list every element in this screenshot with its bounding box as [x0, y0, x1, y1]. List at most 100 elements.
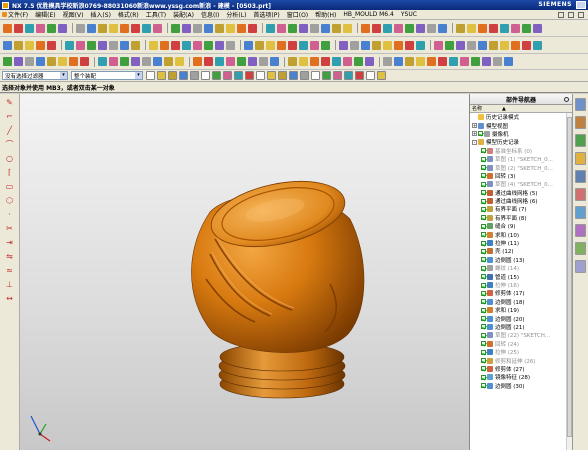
tree-row[interactable]: + 模型视图 [470, 121, 572, 130]
toolbar-button-icon[interactable] [500, 40, 509, 50]
toolbar-button-icon[interactable] [266, 23, 275, 33]
toolbar-button-icon[interactable] [204, 23, 213, 33]
toolbar-button-icon[interactable] [109, 40, 118, 50]
process-studio-icon[interactable] [575, 242, 586, 255]
toolbar-button-icon[interactable] [131, 57, 140, 66]
toolbar-button-icon[interactable] [47, 23, 56, 33]
tree-row[interactable]: 基准坐标系 (0) [470, 147, 572, 155]
visibility-checkbox[interactable] [481, 383, 486, 389]
toolbar-button-icon[interactable] [299, 40, 308, 50]
tree-row[interactable]: 通过曲线网格 (6) [470, 197, 572, 205]
tree-row[interactable]: 螺纹 (14) [470, 264, 572, 272]
snap-point-icon[interactable] [234, 71, 243, 80]
role-icon[interactable] [575, 188, 586, 201]
toolbar-button-icon[interactable] [65, 40, 74, 50]
tree-row[interactable]: 边倒圆 (13) [470, 256, 572, 264]
visibility-checkbox[interactable] [481, 332, 486, 338]
visibility-checkbox[interactable] [481, 358, 486, 364]
navigator-column-header[interactable]: 名称 ▲ [470, 105, 572, 113]
visibility-checkbox[interactable] [481, 257, 486, 263]
snap-point-icon[interactable] [212, 71, 221, 80]
visibility-checkbox[interactable] [481, 366, 486, 372]
toolbar-button-icon[interactable] [500, 23, 509, 33]
toolbar-button-icon[interactable] [80, 57, 89, 66]
toolbar-button-icon[interactable] [164, 57, 173, 66]
visibility-checkbox[interactable] [481, 341, 486, 347]
toolbar-button-icon[interactable] [204, 57, 213, 66]
toolbar-button-icon[interactable] [204, 40, 213, 50]
visibility-checkbox[interactable] [481, 165, 486, 171]
toolbar-button-icon[interactable] [109, 57, 118, 66]
visibility-checkbox[interactable] [481, 173, 486, 179]
toolbar-button-icon[interactable] [504, 57, 513, 66]
tree-row[interactable]: 修剪体 (27) [470, 365, 572, 373]
visibility-checkbox[interactable] [481, 282, 486, 288]
toolbar-button-icon[interactable] [47, 57, 56, 66]
toolbar-button-icon[interactable] [416, 57, 425, 66]
reuse-library-icon[interactable] [575, 152, 586, 165]
arc-icon[interactable]: ⌒ [4, 139, 15, 150]
toolbar-button-icon[interactable] [193, 57, 202, 66]
toolbar-button-icon[interactable] [131, 40, 140, 50]
toolbar-button-icon[interactable] [427, 57, 436, 66]
visibility-checkbox[interactable] [481, 274, 486, 280]
menu-file[interactable]: 文件(F) [2, 10, 28, 19]
tree-row[interactable]: 有界平面 (8) [470, 214, 572, 222]
toolbar-button-icon[interactable] [489, 40, 498, 50]
tree-row[interactable]: 边倒圆 (30) [470, 382, 572, 390]
tree-row[interactable]: 边倒圆 (18) [470, 298, 572, 306]
dimension-icon[interactable]: ↔ [4, 293, 15, 304]
toolbar-button-icon[interactable] [321, 40, 330, 50]
visibility-checkbox[interactable] [481, 324, 486, 330]
snap-point-icon[interactable] [355, 71, 364, 80]
toolbar-button-icon[interactable] [533, 40, 542, 50]
toolbar-button-icon[interactable] [405, 40, 414, 50]
toolbar-button-icon[interactable] [182, 40, 191, 50]
visibility-checkbox[interactable] [481, 181, 486, 187]
toolbar-button-icon[interactable] [321, 23, 330, 33]
visibility-checkbox[interactable] [481, 316, 486, 322]
tree-row[interactable]: 草图 (2) "SKETCH_0... [470, 163, 572, 172]
collapse-icon[interactable]: - [472, 139, 477, 145]
rectangle-icon[interactable]: ▭ [4, 181, 15, 192]
toolbar-button-icon[interactable] [321, 57, 330, 66]
toolbar-button-icon[interactable] [153, 23, 162, 33]
menu-assemblies[interactable]: 装配(A) [173, 10, 194, 19]
toolbar-button-icon[interactable] [482, 57, 491, 66]
toolbar-button-icon[interactable] [522, 23, 531, 33]
toolbar-button-icon[interactable] [471, 57, 480, 66]
tree-row[interactable]: 镜像特征 (28) [470, 373, 572, 381]
visibility-checkbox[interactable] [481, 307, 486, 313]
toolbar-button-icon[interactable] [332, 23, 341, 33]
toolbar-button-icon[interactable] [87, 23, 96, 33]
toolbar-button-icon[interactable] [36, 23, 45, 33]
snap-point-icon[interactable] [300, 71, 309, 80]
toolbar-button-icon[interactable] [36, 57, 45, 66]
toolbar-button-icon[interactable] [259, 57, 268, 66]
toolbar-button-icon[interactable] [427, 23, 436, 33]
tree-row[interactable]: 拉伸 (25) [470, 348, 572, 356]
snap-point-icon[interactable] [366, 71, 375, 80]
snap-point-icon[interactable] [157, 71, 166, 80]
toolbar-button-icon[interactable] [182, 23, 191, 33]
snap-point-icon[interactable] [267, 71, 276, 80]
toolbar-button-icon[interactable] [493, 57, 502, 66]
toolbar-button-icon[interactable] [193, 23, 202, 33]
toolbar-button-icon[interactable] [522, 40, 531, 50]
tree-row[interactable]: 修剪和延伸 (26) [470, 356, 572, 365]
toolbar-button-icon[interactable] [87, 40, 96, 50]
system-scene-icon[interactable] [575, 260, 586, 273]
toolbar-button-icon[interactable] [58, 23, 67, 33]
toolbar-button-icon[interactable] [215, 57, 224, 66]
toolbar-button-icon[interactable] [332, 57, 341, 66]
toolbar-button-icon[interactable] [14, 40, 23, 50]
minimize-icon[interactable] [558, 12, 564, 18]
toolbar-button-icon[interactable] [394, 23, 403, 33]
toolbar-button-icon[interactable] [142, 23, 151, 33]
toolbar-button-icon[interactable] [226, 23, 235, 33]
toolbar-button-icon[interactable] [36, 40, 45, 50]
visibility-checkbox[interactable] [481, 299, 486, 305]
toolbar-button-icon[interactable] [299, 23, 308, 33]
toolbar-button-icon[interactable] [372, 40, 381, 50]
menu-hb-mould[interactable]: HB_MOULD M6.4 [343, 11, 394, 18]
